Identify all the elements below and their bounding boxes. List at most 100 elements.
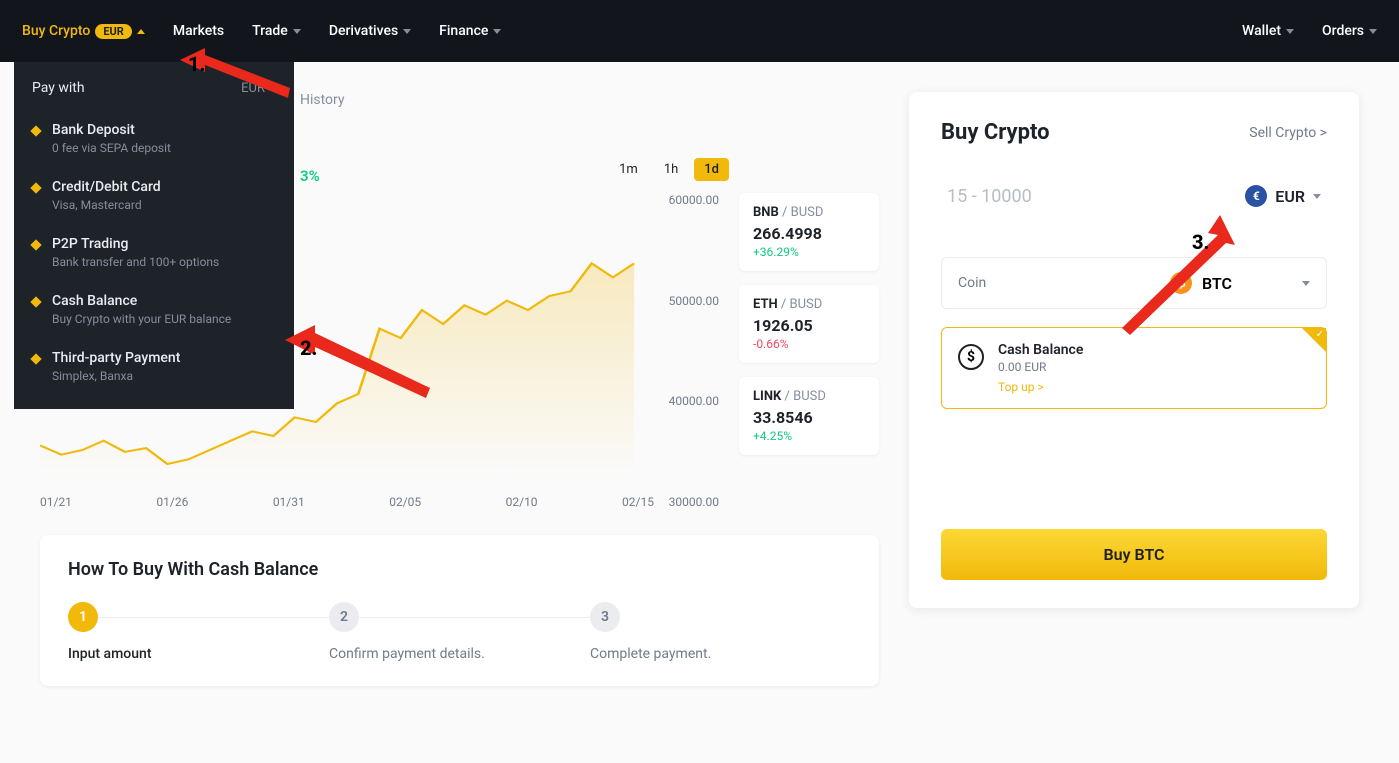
cash-balance-card[interactable]: ✓ $ Cash Balance 0.00 EUR Top up > [941,327,1327,409]
buy-button[interactable]: Buy BTC [941,529,1327,580]
diamond-icon [30,296,41,307]
dropdown-item-subtitle: Visa, Mastercard [52,198,161,212]
eur-icon: € [1245,185,1267,207]
howto-panel: How To Buy With Cash Balance 1 Input amo… [40,535,879,686]
x-tick: 01/21 [40,495,72,509]
dropdown-item-subtitle: 0 fee via SEPA deposit [52,141,171,155]
nav-finance[interactable]: Finance [439,23,501,39]
y-tick: 50000.00 [669,294,719,308]
x-tick: 01/31 [273,495,305,509]
btc-icon: ₿ [1170,272,1192,294]
dropdown-item-title: P2P Trading [52,236,219,252]
dropdown-item-title: Bank Deposit [52,122,171,138]
ticker-column: BNB / BUSD 266.4998 +36.29% ETH / BUSD 19… [739,193,879,509]
howto-title: How To Buy With Cash Balance [68,559,851,580]
nav-markets[interactable]: Markets [173,23,224,39]
dropdown-item-subtitle: Bank transfer and 100+ options [52,255,219,269]
x-tick: 01/26 [156,495,188,509]
ticker-card-link[interactable]: LINK / BUSD 33.8546 +4.25% [739,377,879,455]
time-tabs: 1m 1h 1d [609,158,879,181]
coin-label: Coin [958,275,986,291]
annotation-label-3: 3. [1192,230,1209,254]
step-label: Confirm payment details. [329,646,590,662]
ticker-card-eth[interactable]: ETH / BUSD 1926.05 -0.66% [739,285,879,363]
cash-balance-amount: 0.00 EUR [998,360,1083,374]
fiat-currency-select[interactable]: € EUR [1245,185,1321,207]
dropdown-item-p-p-trading[interactable]: P2P Trading Bank transfer and 100+ optio… [14,224,294,281]
ticker-pair: ETH / BUSD [753,297,865,312]
sell-crypto-link[interactable]: Sell Crypto > [1249,125,1327,141]
ticker-change: +36.29% [753,245,865,259]
howto-step-3: 3 Complete payment. [590,602,851,662]
caret-down-icon [1286,29,1294,34]
chart-y-axis: 60000.00 50000.00 40000.00 30000.00 [669,193,719,509]
caret-down-icon [1313,194,1321,199]
y-tick: 60000.00 [669,193,719,207]
dollar-icon: $ [958,344,984,370]
nav-buy-crypto-label: Buy Crypto [22,23,90,39]
dropdown-currency-select[interactable]: EUR ▸ [241,81,276,96]
dropdown-item-title: Credit/Debit Card [52,179,161,195]
caret-down-icon [1302,281,1310,286]
currency-badge: EUR [95,24,132,39]
step-number: 3 [590,602,620,632]
ticker-change: -0.66% [753,337,865,351]
dropdown-item-title: Third-party Payment [52,350,180,366]
nav-orders[interactable]: Orders [1322,23,1377,39]
diamond-icon [30,125,41,136]
step-number: 1 [68,602,98,632]
howto-step-2: 2 Confirm payment details. [329,602,590,662]
howto-step-1: 1 Input amount [68,602,329,662]
dropdown-item-third-party-payment[interactable]: Third-party Payment Simplex, Banxa [14,338,294,395]
dropdown-item-bank-deposit[interactable]: Bank Deposit 0 fee via SEPA deposit [14,110,294,167]
step-label: Complete payment. [590,646,851,662]
step-label: Input amount [68,646,329,662]
step-connector [359,617,590,618]
nav-wallet[interactable]: Wallet [1242,23,1294,39]
amount-input[interactable]: 15 - 10000 [947,186,1032,207]
time-tab-1h[interactable]: 1h [654,158,688,181]
dropdown-item-subtitle: Buy Crypto with your EUR balance [52,312,231,326]
topup-link[interactable]: Top up > [998,380,1083,394]
step-connector [98,617,329,618]
dropdown-header-label: Pay with [32,80,85,96]
nav-trade[interactable]: Trade [252,23,301,39]
dropdown-item-cash-balance[interactable]: Cash Balance Buy Crypto with your EUR ba… [14,281,294,338]
coin-select-row[interactable]: Coin ₿ BTC [941,257,1327,309]
x-tick: 02/05 [389,495,421,509]
x-tick: 02/15 [622,495,654,509]
chevron-right-icon: ▸ [271,83,276,94]
ticker-price: 1926.05 [753,316,865,335]
dropdown-item-credit-debit-card[interactable]: Credit/Debit Card Visa, Mastercard [14,167,294,224]
diamond-icon [30,182,41,193]
ticker-pair: LINK / BUSD [753,389,865,404]
nav-buy-crypto[interactable]: Buy Crypto EUR [22,23,145,39]
ticker-price: 33.8546 [753,408,865,427]
step-number: 2 [329,602,359,632]
caret-down-icon [1369,29,1377,34]
ticker-change: +4.25% [753,429,865,443]
ticker-card-bnb[interactable]: BNB / BUSD 266.4998 +36.29% [739,193,879,271]
buy-panel-title: Buy Crypto [941,120,1050,145]
buy-crypto-dropdown: Pay with EUR ▸ Bank Deposit 0 fee via SE… [14,62,294,409]
y-tick: 30000.00 [669,495,719,509]
diamond-icon [30,353,41,364]
nav-derivatives[interactable]: Derivatives [329,23,411,39]
caret-down-icon [493,29,501,34]
caret-down-icon [403,29,411,34]
caret-up-icon [137,29,145,34]
caret-down-icon [293,29,301,34]
annotation-label-2: 2. [300,336,317,360]
y-tick: 40000.00 [669,394,719,408]
time-tab-1m[interactable]: 1m [609,158,648,181]
history-label: History [300,92,879,108]
buy-panel: Buy Crypto Sell Crypto > 15 - 10000 € EU… [909,92,1359,608]
dropdown-item-subtitle: Simplex, Banxa [52,369,180,383]
ticker-price: 266.4998 [753,224,865,243]
chart-x-axis: 01/2101/2601/3102/0502/1002/15 [40,495,719,509]
time-tab-1d[interactable]: 1d [694,158,729,181]
cash-balance-title: Cash Balance [998,342,1083,358]
diamond-icon [30,239,41,250]
ticker-pair: BNB / BUSD [753,205,865,220]
chart-percent-change: 3% [300,167,320,185]
